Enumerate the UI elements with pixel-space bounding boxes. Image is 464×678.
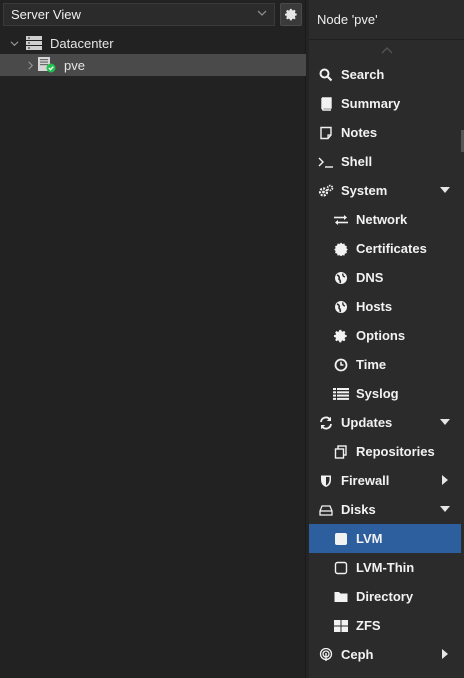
nav-item-label: LVM-Thin [356, 560, 415, 575]
panel-title: Node 'pve' [309, 0, 464, 40]
nav-item-zfs[interactable]: ZFS [309, 611, 464, 640]
scroll-up-button[interactable] [309, 40, 464, 60]
clock-icon [333, 357, 349, 373]
files-icon [333, 444, 349, 460]
nav-item-options[interactable]: Options [309, 321, 464, 350]
nav-item-label: Certificates [356, 241, 427, 256]
chevron-right-icon[interactable] [24, 59, 36, 71]
nav-item-label: Shell [341, 154, 373, 169]
nav-item-lvm-thin[interactable]: LVM-Thin [309, 553, 464, 582]
globe-icon [333, 299, 349, 315]
refresh-icon [318, 415, 334, 431]
nav-item-syslog[interactable]: Syslog [309, 379, 464, 408]
nav-item-label: Summary [341, 96, 401, 111]
view-select-value: Server View [11, 7, 81, 22]
caret-down-icon[interactable] [440, 185, 450, 195]
nav-item-label: Disks [341, 502, 376, 517]
cogs-icon [318, 183, 334, 199]
nav-item-label: Directory [356, 589, 414, 604]
resource-tree-panel: Server View Datacenter pve [0, 0, 306, 678]
nav-item-system[interactable]: System [309, 176, 464, 205]
chevron-down-icon [256, 8, 268, 20]
gear-icon [284, 8, 298, 21]
nav-item-certificates[interactable]: Certificates [309, 234, 464, 263]
nav-item-label: Repositories [356, 444, 435, 459]
nav-item-label: ZFS [356, 618, 381, 633]
square-icon [333, 531, 349, 547]
terminal-icon [318, 154, 334, 170]
nav-menu: Search Summary Notes Shell System Networ… [309, 60, 464, 669]
caret-right-icon[interactable] [440, 649, 450, 659]
book-icon [318, 96, 334, 112]
nav-item-label: Notes [341, 125, 378, 140]
list-icon [333, 386, 349, 402]
hdd-icon [318, 502, 334, 518]
ceph-icon [318, 647, 334, 663]
nav-item-notes[interactable]: Notes [309, 118, 464, 147]
nav-item-label: Network [356, 212, 408, 227]
nav-item-updates[interactable]: Updates [309, 408, 464, 437]
nav-item-network[interactable]: Network [309, 205, 464, 234]
nav-item-label: DNS [356, 270, 384, 285]
nav-item-label: LVM [356, 531, 383, 546]
nav-item-label: Firewall [341, 473, 390, 488]
node-nav-panel: Node 'pve' Search Summary Notes Shell Sy… [309, 0, 464, 678]
nav-item-label: Hosts [356, 299, 393, 314]
caret-right-icon[interactable] [440, 475, 450, 485]
tree-item-label: Datacenter [50, 35, 114, 51]
note-icon [318, 125, 334, 141]
square-outline-icon [333, 560, 349, 576]
certificate-icon [333, 241, 349, 257]
globe-icon [333, 270, 349, 286]
search-icon [318, 67, 334, 83]
tree-settings-button[interactable] [280, 3, 302, 26]
nav-item-disks[interactable]: Disks [309, 495, 464, 524]
nav-item-summary[interactable]: Summary [309, 89, 464, 118]
grid-icon [333, 618, 349, 634]
tree-item-datacenter[interactable]: Datacenter [0, 32, 306, 54]
folder-icon [333, 589, 349, 605]
nav-item-time[interactable]: Time [309, 350, 464, 379]
view-select[interactable]: Server View [3, 3, 275, 26]
nav-item-label: Syslog [356, 386, 399, 401]
exchange-icon [333, 212, 349, 228]
nav-item-search[interactable]: Search [309, 60, 464, 89]
gear-icon [333, 328, 349, 344]
caret-down-icon[interactable] [440, 417, 450, 427]
nav-item-firewall[interactable]: Firewall [309, 466, 464, 495]
nav-item-repositories[interactable]: Repositories [309, 437, 464, 466]
nav-item-ceph[interactable]: Ceph [309, 640, 464, 669]
resource-tree: Datacenter pve [0, 32, 306, 76]
nav-item-lvm[interactable]: LVM [309, 524, 461, 553]
nav-item-shell[interactable]: Shell [309, 147, 464, 176]
nav-item-hosts[interactable]: Hosts [309, 292, 464, 321]
nav-item-label: Search [341, 67, 385, 82]
shield-icon [318, 473, 334, 489]
chevron-down-icon[interactable] [8, 37, 20, 49]
tree-item-node-pve[interactable]: pve [0, 54, 306, 76]
nav-item-label: Options [356, 328, 406, 343]
chevron-up-icon [381, 46, 393, 54]
node-online-icon [38, 57, 56, 73]
caret-down-icon[interactable] [440, 504, 450, 514]
server-stack-icon [26, 36, 42, 50]
nav-item-label: Updates [341, 415, 393, 430]
nav-item-label: Time [356, 357, 387, 372]
tree-item-label: pve [64, 57, 85, 73]
nav-item-dns[interactable]: DNS [309, 263, 464, 292]
nav-item-label: System [341, 183, 388, 198]
nav-item-label: Ceph [341, 647, 374, 662]
nav-item-directory[interactable]: Directory [309, 582, 464, 611]
